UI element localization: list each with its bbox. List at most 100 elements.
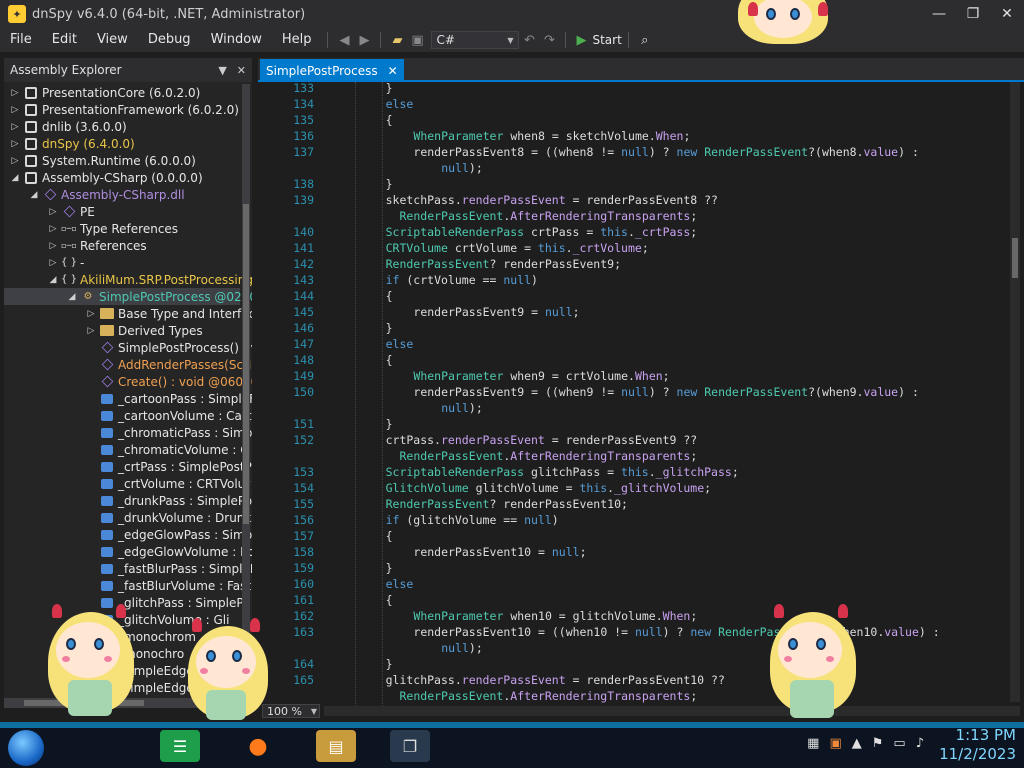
tree-item[interactable]: ▷ PresentationCore (6.0.2.0) bbox=[4, 84, 240, 101]
expand-toggle-icon[interactable]: ▷ bbox=[10, 139, 20, 149]
close-tab-icon[interactable]: ✕ bbox=[388, 64, 398, 78]
editor-vertical-scrollbar[interactable] bbox=[1010, 82, 1020, 702]
tree-item[interactable]: AddRenderPasses(Scrip bbox=[4, 356, 252, 373]
open-folder-icon[interactable]: ▰ bbox=[387, 30, 407, 50]
expand-toggle-icon[interactable]: ▷ bbox=[48, 207, 58, 217]
field-icon bbox=[100, 495, 114, 507]
tree-item[interactable]: _cartoonPass : SimpleF bbox=[4, 390, 252, 407]
file-explorer-icon[interactable]: ▤ bbox=[316, 730, 356, 762]
assembly-explorer-title: Assembly Explorer bbox=[10, 63, 122, 77]
flag-icon[interactable]: ⚑ bbox=[872, 736, 884, 751]
line-number: 148 bbox=[293, 353, 314, 367]
scrollbar-thumb[interactable] bbox=[1012, 238, 1018, 278]
tree-item[interactable]: _chromaticVolume : C bbox=[4, 441, 249, 458]
search-icon[interactable]: ⌕ bbox=[635, 30, 655, 50]
dnspy-taskbar-icon[interactable]: ❐ bbox=[390, 730, 430, 762]
tree-item[interactable]: _edgeGlowPass : Simp bbox=[4, 526, 252, 543]
network-icon[interactable]: ▦ bbox=[807, 736, 819, 751]
code-token: else bbox=[385, 577, 414, 591]
tree-item[interactable]: ▷ ▫─▫ Type References bbox=[4, 220, 240, 237]
menu-debug[interactable]: Debug bbox=[138, 28, 201, 52]
system-clock[interactable]: 1:13 PM 11/2/2023 bbox=[924, 726, 1016, 764]
navigate-back-icon[interactable]: ◀ bbox=[334, 30, 354, 50]
app-tray-icon[interactable]: ▣ bbox=[829, 736, 841, 751]
expand-toggle-icon[interactable]: ▷ bbox=[48, 258, 58, 268]
tree-item[interactable]: ◢ Assembly-CSharp.dll bbox=[4, 186, 240, 203]
restore-button[interactable]: ❐ bbox=[956, 0, 990, 28]
tree-item[interactable]: _drunkVolume : Drunk bbox=[4, 509, 251, 526]
tree-item[interactable]: _edgeGlowVolume : Ec bbox=[4, 543, 252, 560]
navigate-forward-icon[interactable]: ▶ bbox=[354, 30, 374, 50]
tree-item[interactable]: _chromaticPass : Simp bbox=[4, 424, 252, 441]
code-token: this bbox=[579, 481, 608, 495]
tree-item[interactable]: _fastBlurVolume : Fastl bbox=[4, 577, 252, 594]
tree-item[interactable]: ▷ System.Runtime (6.0.0.0) bbox=[4, 152, 240, 169]
menu-help[interactable]: Help bbox=[272, 28, 322, 52]
display-icon[interactable]: ▭ bbox=[893, 736, 905, 751]
expand-toggle-icon[interactable]: ▷ bbox=[10, 122, 20, 132]
tree-item[interactable]: _fastBlurPass : SimpleF bbox=[4, 560, 252, 577]
tree-item[interactable]: ▷ PE bbox=[4, 203, 240, 220]
tree-item[interactable]: ◢ ⚙ SimplePostProcess @0200 bbox=[4, 288, 252, 305]
tree-item[interactable]: _drunkPass : SimplePo bbox=[4, 492, 252, 509]
editor-horizontal-scrollbar[interactable] bbox=[324, 706, 1020, 716]
minimize-button[interactable]: — bbox=[922, 0, 956, 28]
panel-close-icon[interactable]: ✕ bbox=[237, 64, 246, 77]
close-button[interactable]: ✕ bbox=[990, 0, 1024, 28]
tree-item[interactable]: ▷ dnSpy (6.4.0.0) bbox=[4, 135, 240, 152]
tree-item[interactable]: _crtPass : SimplePostP bbox=[4, 458, 252, 475]
expand-toggle-icon[interactable]: ▷ bbox=[10, 156, 20, 166]
scrollbar-thumb[interactable] bbox=[243, 204, 249, 524]
tree-item[interactable]: SimplePostProcess() : v bbox=[4, 339, 252, 356]
tree-item[interactable]: _crtVolume : CRTVolur bbox=[4, 475, 250, 492]
code-token: when9 = crtVolume. bbox=[503, 369, 635, 383]
firefox-icon[interactable]: ● bbox=[238, 730, 278, 762]
line-number: 142 bbox=[293, 257, 314, 271]
expand-toggle-icon[interactable]: ▷ bbox=[48, 224, 58, 234]
code-editor[interactable]: 133 134 135 136 137 138 139 140 141 142 143 144 145 1… bbox=[260, 82, 1020, 706]
expand-toggle-icon[interactable]: ▷ bbox=[48, 241, 58, 251]
expand-toggle-icon[interactable]: ◢ bbox=[29, 190, 39, 200]
tree-item[interactable]: ▷ Base Type and Interfac bbox=[4, 305, 252, 322]
line-number: 144 bbox=[293, 289, 314, 303]
menu-file[interactable]: File bbox=[0, 28, 42, 52]
expand-toggle-icon[interactable]: ▷ bbox=[86, 309, 96, 319]
save-icon[interactable]: ▣ bbox=[407, 30, 427, 50]
undo-icon[interactable]: ↶ bbox=[519, 30, 539, 50]
line-number: 150 bbox=[293, 385, 314, 399]
tree-item[interactable]: ◢ Assembly-CSharp (0.0.0.0) bbox=[4, 169, 240, 186]
volume-icon[interactable]: ♪ bbox=[916, 736, 924, 751]
tree-item[interactable]: _cartoonVolume : Cart bbox=[4, 407, 252, 424]
expand-toggle-icon[interactable]: ◢ bbox=[48, 275, 58, 285]
tree-item[interactable]: ◢{ } AkiliMum.SRP.PostProcessing bbox=[4, 271, 252, 288]
menu-window[interactable]: Window bbox=[201, 28, 272, 52]
expand-toggle-icon[interactable]: ◢ bbox=[67, 292, 77, 302]
assembly-icon bbox=[24, 103, 38, 116]
tree-item[interactable]: ▷ ▫─▫ References bbox=[4, 237, 240, 254]
menu-view[interactable]: View bbox=[87, 28, 138, 52]
tree-item[interactable]: ▷ dnlib (3.6.0.0) bbox=[4, 118, 240, 135]
tree-item[interactable]: ▷ PresentationFramework (6.0.2.0) bbox=[4, 101, 240, 118]
code-line: WhenParameter when9 = crtVolume.When; bbox=[413, 368, 669, 384]
start-button[interactable] bbox=[8, 730, 44, 766]
expand-toggle-icon[interactable]: ▷ bbox=[86, 326, 96, 336]
start-debugging-button[interactable]: ▶ Start bbox=[576, 33, 621, 48]
expand-toggle-icon[interactable]: ▷ bbox=[10, 105, 20, 115]
alert-icon[interactable]: ▲ bbox=[852, 736, 862, 751]
tree-item[interactable]: Create() : void @06000 bbox=[4, 373, 252, 390]
line-number: 137 bbox=[293, 145, 314, 159]
menu-edit[interactable]: Edit bbox=[42, 28, 87, 52]
language-select[interactable]: C# ▼ bbox=[431, 31, 520, 49]
code-token: null bbox=[621, 145, 649, 159]
expand-toggle-icon[interactable]: ▷ bbox=[10, 88, 20, 98]
tab-simplepostprocess[interactable]: SimplePostProcess ✕ bbox=[260, 59, 404, 82]
folder-icon bbox=[100, 308, 114, 320]
tree-item[interactable]: ▷{ } - bbox=[4, 254, 240, 271]
redo-icon[interactable]: ↷ bbox=[539, 30, 559, 50]
tree-vertical-scrollbar[interactable] bbox=[242, 84, 250, 692]
panel-menu-icon[interactable]: ▼ bbox=[218, 64, 226, 77]
notes-app-icon[interactable]: ☰ bbox=[160, 730, 200, 762]
tree-item[interactable]: ▷ Derived Types bbox=[4, 322, 240, 339]
code-line: ScriptableRenderPass glitchPass = this._… bbox=[386, 464, 739, 480]
expand-toggle-icon[interactable]: ◢ bbox=[10, 173, 20, 183]
